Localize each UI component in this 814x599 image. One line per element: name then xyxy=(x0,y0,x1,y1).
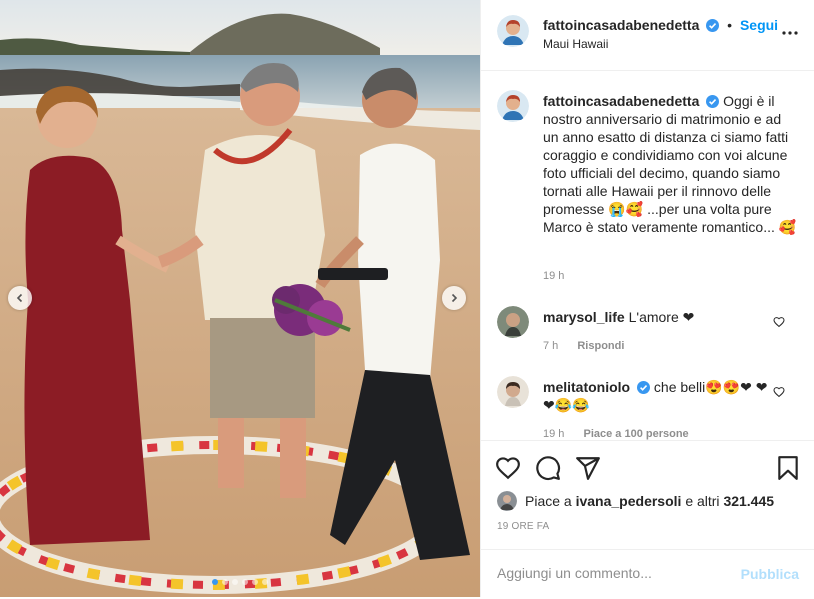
caption-time[interactable]: 19 h xyxy=(543,270,564,282)
bookmark-icon[interactable] xyxy=(775,455,801,481)
likes-prefix: Piace a xyxy=(525,493,572,509)
comment-meta: 19 h Piace a 100 persone xyxy=(543,428,689,440)
carousel-dot xyxy=(242,579,248,585)
liker-avatar[interactable] xyxy=(497,491,517,511)
share-icon[interactable] xyxy=(575,455,601,481)
comment-username[interactable]: melitatoniolo xyxy=(543,379,630,395)
post-side-panel: fattoincasadabenedetta • Segui Maui Hawa… xyxy=(480,0,814,597)
post-caption: fattoincasadabenedetta Oggi è il nostro … xyxy=(543,92,799,236)
post-actions: Piace a ivana_pedersoli e altri 321.445 … xyxy=(481,440,814,598)
carousel-dot xyxy=(262,579,268,585)
reply-button[interactable]: Rispondi xyxy=(577,340,624,352)
chevron-right-icon xyxy=(451,293,458,303)
header-user-line: fattoincasadabenedetta • Segui xyxy=(543,17,778,33)
likes-count[interactable]: 321.445 xyxy=(723,493,774,509)
comment-likes[interactable]: Piace a 100 persone xyxy=(583,428,688,440)
carousel-dots xyxy=(0,579,480,585)
author-avatar[interactable] xyxy=(497,15,529,47)
likes-summary: Piace a ivana_pedersoli e altri 321.445 xyxy=(497,491,774,511)
verified-icon xyxy=(637,381,651,394)
comment-item: marysol_life L'amore ❤ xyxy=(543,308,773,326)
carousel-next-button[interactable] xyxy=(442,286,466,310)
carousel-dot xyxy=(222,579,228,585)
caption-username[interactable]: fattoincasadabenedetta xyxy=(543,93,699,109)
post-photo[interactable] xyxy=(0,0,480,597)
caption-text: Oggi è il nostro anniversario di matrimo… xyxy=(543,93,797,235)
more-options-button[interactable] xyxy=(782,22,798,40)
comment-username[interactable]: marysol_life xyxy=(543,309,625,325)
carousel-dot xyxy=(252,579,258,585)
author-username[interactable]: fattoincasadabenedetta xyxy=(543,17,699,33)
comment-meta: 7 h Rispondi xyxy=(543,340,624,352)
comment-item: melitatoniolo che belli😍😍❤ ❤❤😂😂 xyxy=(543,378,773,414)
carousel-dot xyxy=(232,579,238,585)
heart-icon[interactable] xyxy=(495,455,521,481)
heart-icon[interactable] xyxy=(773,386,785,398)
add-comment-bar: Pubblica xyxy=(481,549,814,599)
post-location[interactable]: Maui Hawaii xyxy=(543,37,608,51)
verified-icon xyxy=(706,95,720,108)
verified-icon xyxy=(706,19,720,32)
comment-time[interactable]: 19 h xyxy=(543,428,564,440)
caption-avatar[interactable] xyxy=(497,90,529,122)
commenter-avatar[interactable] xyxy=(497,306,529,338)
publish-button[interactable]: Pubblica xyxy=(741,566,799,582)
separator-dot: • xyxy=(727,17,733,33)
likes-suffix: e altri xyxy=(685,493,720,509)
liker-username[interactable]: ivana_pedersoli xyxy=(576,493,682,509)
follow-button[interactable]: Segui xyxy=(740,17,778,33)
commenter-avatar[interactable] xyxy=(497,376,529,408)
comment-time[interactable]: 7 h xyxy=(543,340,558,352)
chevron-left-icon xyxy=(16,293,23,303)
carousel-dot xyxy=(212,579,218,585)
post-time[interactable]: 19 ORE FA xyxy=(497,521,549,532)
comment-icon[interactable] xyxy=(535,455,561,481)
carousel-prev-button[interactable] xyxy=(8,286,32,310)
comments-section[interactable]: fattoincasadabenedetta Oggi è il nostro … xyxy=(481,70,814,440)
more-icon xyxy=(782,31,798,35)
comment-input[interactable] xyxy=(495,564,729,582)
heart-icon[interactable] xyxy=(773,316,785,328)
post-header: fattoincasadabenedetta • Segui Maui Hawa… xyxy=(481,0,814,71)
comment-text: L'amore ❤ xyxy=(628,309,695,325)
wedding-beach-photo xyxy=(0,0,480,597)
